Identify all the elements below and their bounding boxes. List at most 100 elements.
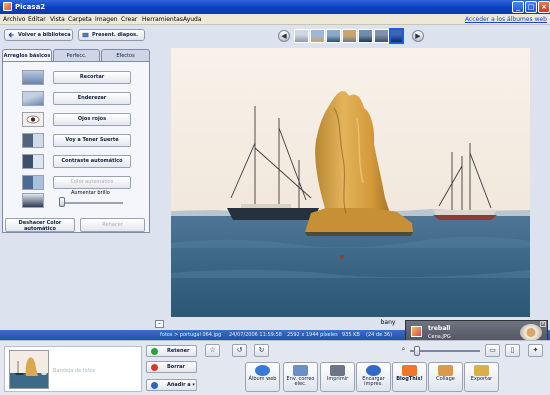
beach-rock-photo	[171, 48, 530, 317]
clear-icon	[151, 364, 158, 371]
crop-button[interactable]: Recortar	[53, 71, 131, 84]
auto-contrast-row: Contraste automático	[3, 154, 149, 170]
collage-button[interactable]: Collage	[428, 362, 463, 392]
straighten-icon	[22, 91, 44, 106]
web-album-icon	[255, 365, 270, 376]
auto-contrast-icon	[22, 154, 44, 169]
filmstrip-thumbnail-selected[interactable]	[389, 28, 404, 44]
print-icon	[330, 365, 345, 376]
back-arrow-icon	[8, 32, 14, 38]
menu-carpeta[interactable]: Carpeta	[68, 16, 92, 23]
close-button[interactable]: ×	[538, 1, 550, 13]
redo-button[interactable]: Rehacer	[80, 218, 145, 232]
status-dimensions: 2592 x 1944 píxeles	[287, 332, 338, 338]
clear-button[interactable]: Borrar	[146, 361, 197, 373]
slideshow-label: Present. diapos.	[92, 32, 139, 38]
menu-editar[interactable]: Editar	[28, 16, 46, 23]
people-icon[interactable]: ✦	[528, 344, 543, 357]
collage-label: Collage	[436, 376, 455, 382]
auto-contrast-button[interactable]: Contraste automático	[53, 155, 131, 168]
minimize-button[interactable]: _	[512, 1, 524, 13]
auto-color-row: Color automático	[3, 175, 149, 191]
filmstrip-thumbnail[interactable]	[374, 29, 389, 43]
menu-archivo[interactable]: Archivo	[3, 16, 25, 23]
red-eye-row: Ojos rojos	[3, 112, 149, 128]
email-label: Env. correo elec.	[286, 376, 315, 387]
picasa-app-icon	[3, 2, 12, 11]
notification-thumbnail	[520, 324, 542, 341]
filmstrip-thumbnail[interactable]	[358, 29, 373, 43]
filmstrip-thumbnail[interactable]	[342, 29, 357, 43]
print-button[interactable]: Imprimir	[320, 362, 355, 392]
rotate-left-icon[interactable]: ↺	[232, 344, 247, 357]
menu-herramientas[interactable]: Herramientas	[142, 16, 183, 23]
straighten-row: Enderezar	[3, 91, 149, 107]
slideshow-button[interactable]: Present. diapos.	[78, 29, 145, 41]
top-toolbar: Volver a biblioteca Present. diapos.	[0, 25, 550, 45]
filmstrip-thumbnail[interactable]	[310, 29, 325, 43]
fit-view-icon[interactable]: ▭	[485, 344, 500, 357]
tab-effects[interactable]: Efectos	[101, 49, 150, 61]
main-photo[interactable]	[171, 48, 530, 317]
picasa-notification-icon	[411, 326, 422, 337]
edit-tabs: Arreglos básicos Perfecc. Efectos	[2, 49, 150, 61]
basic-fixes-panel: Recortar Enderezar Ojos rojos Voy a Tene…	[2, 61, 150, 233]
next-photo-button[interactable]: ▶	[412, 30, 424, 42]
red-eye-icon	[22, 112, 44, 127]
status-path: fotos > portugal 064.jpg	[160, 332, 222, 338]
star-button[interactable]: ☆	[205, 344, 220, 357]
feeling-lucky-icon	[22, 133, 44, 148]
rotate-right-icon[interactable]: ↻	[254, 344, 269, 357]
slideshow-icon	[82, 32, 89, 38]
email-icon	[293, 365, 308, 376]
notification-title: treball	[428, 325, 451, 332]
export-button[interactable]: Exportar	[464, 362, 499, 392]
web-albums-link[interactable]: Acceder a los álbumes web	[465, 16, 547, 23]
filmstrip-thumbnail[interactable]	[294, 29, 309, 43]
auto-color-button[interactable]: Color automático	[53, 176, 131, 189]
export-label: Exportar	[470, 376, 493, 382]
blogger-icon	[402, 365, 417, 376]
straighten-button[interactable]: Enderezar	[53, 92, 131, 105]
add-to-icon	[151, 382, 158, 389]
tray-label: Bandeja de fotos	[53, 368, 96, 374]
compare-view-icon[interactable]: ▯	[505, 344, 520, 357]
menu-bar: Archivo Editar Vista Carpeta Imagen Crea…	[0, 14, 550, 25]
menu-vista[interactable]: Vista	[50, 16, 65, 23]
export-icon	[474, 365, 489, 376]
tab-tuning[interactable]: Perfecc.	[53, 49, 100, 61]
previous-photo-button[interactable]: ◀	[278, 30, 290, 42]
order-prints-button[interactable]: Encargar impres.	[356, 362, 391, 392]
photo-tray[interactable]: Bandeja de fotos	[4, 346, 142, 392]
menu-ayuda[interactable]: Ayuda	[183, 16, 202, 23]
brightness-slider-handle[interactable]	[59, 197, 65, 207]
zoom-slider-handle[interactable]	[414, 346, 420, 356]
web-album-label: Álbum web	[248, 376, 277, 382]
tab-basic-fixes[interactable]: Arreglos básicos	[2, 49, 52, 61]
menu-imagen[interactable]: Imagen	[95, 16, 118, 23]
add-to-button[interactable]: Añadir a ▾	[146, 379, 197, 391]
maximize-button[interactable]: □	[525, 1, 537, 13]
filmstrip: ◀ ▶	[278, 28, 424, 45]
notification-close-icon[interactable]: ×	[540, 321, 546, 327]
brightness-slider-track[interactable]	[61, 202, 123, 204]
menu-crear[interactable]: Crear	[121, 16, 137, 23]
feeling-lucky-row: Voy a Tener Suerte	[3, 133, 149, 149]
back-to-library-button[interactable]: Volver a biblioteca	[4, 29, 73, 41]
zoom-slider-track[interactable]	[410, 350, 480, 352]
blogthis-button[interactable]: BlogThis!	[392, 362, 427, 392]
undo-button[interactable]: Deshacer Color automático	[5, 218, 75, 232]
web-album-button[interactable]: Álbum web	[245, 362, 280, 392]
red-eye-button[interactable]: Ojos rojos	[53, 113, 131, 126]
hold-button[interactable]: Retener	[146, 345, 197, 357]
crop-icon	[22, 70, 44, 85]
email-button[interactable]: Env. correo elec.	[283, 362, 318, 392]
filmstrip-thumbnail[interactable]	[326, 29, 341, 43]
feeling-lucky-button[interactable]: Voy a Tener Suerte	[53, 134, 131, 147]
tray-thumbnail[interactable]	[9, 350, 49, 389]
order-prints-icon	[366, 365, 381, 376]
status-filesize: 935 KB	[342, 332, 360, 338]
auto-color-icon	[22, 175, 44, 190]
zoom-icon: ⌕	[401, 345, 406, 353]
brightness-label: Aumentar brillo	[71, 190, 110, 196]
